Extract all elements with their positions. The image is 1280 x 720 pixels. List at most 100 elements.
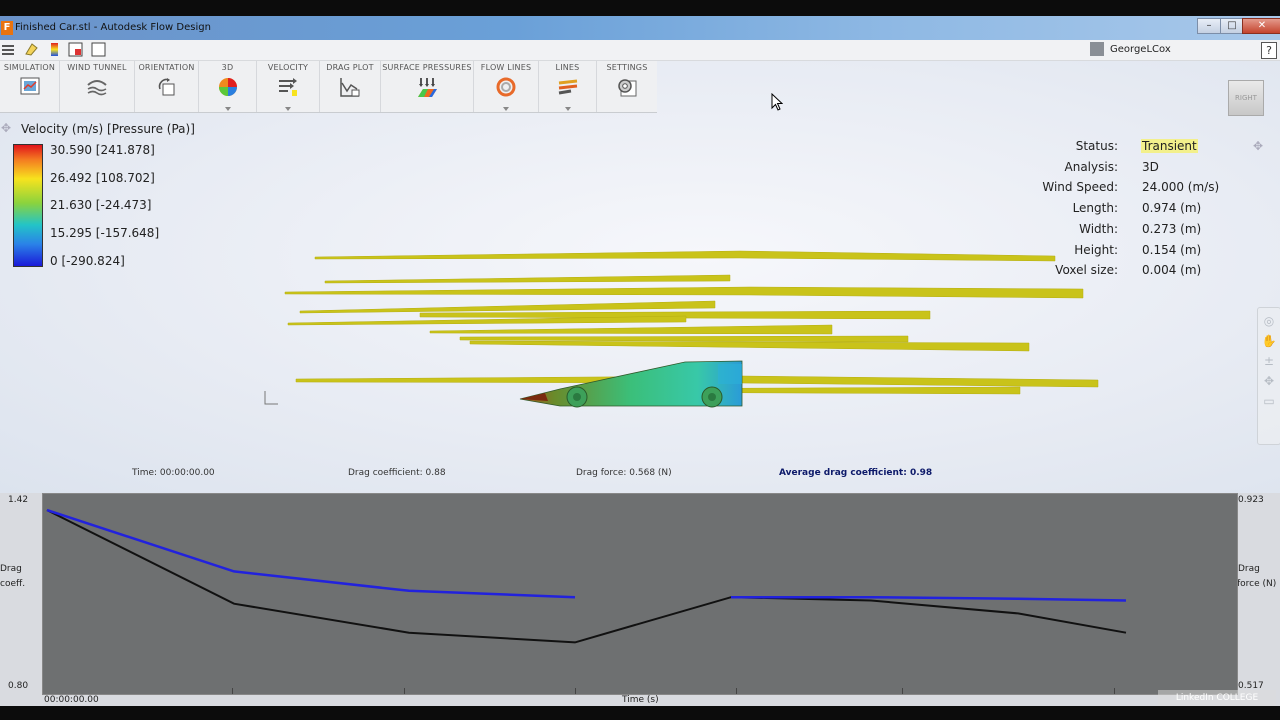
tab-simulation[interactable]: SIMULATION (0, 61, 60, 112)
ribbon-toolbar: SIMULATION WIND TUNNEL ORIENTATION 3D VE… (0, 61, 657, 113)
orbit-icon[interactable]: ✥ (1261, 374, 1277, 388)
car-model (519, 360, 743, 408)
user-account[interactable]: GeorgeLCox (1090, 42, 1171, 58)
3d-icon (218, 78, 237, 96)
flow-lines-icon (496, 77, 516, 97)
menu-icon[interactable] (1, 42, 16, 57)
y-left-axis-label-2: coeff. (0, 579, 26, 589)
settings-icon (618, 79, 637, 97)
tab-lines-label: LINES (555, 63, 580, 72)
mouse-cursor-icon (771, 93, 783, 111)
legend-value-4: 15.295 [-157.648] (50, 226, 160, 240)
zoom-icon[interactable]: ± (1261, 354, 1277, 368)
height-label: Height: (1074, 243, 1118, 257)
voxel-size-value: 0.004 (m) (1142, 263, 1202, 277)
tab-flow-lines[interactable]: FLOW LINES (474, 61, 539, 112)
average-drag-coefficient-readout: Average drag coefficient: 0.98 (779, 468, 933, 478)
flow-line (469, 340, 1030, 352)
orientation-icon (158, 78, 174, 96)
tab-orientation[interactable]: ORIENTATION (135, 61, 199, 112)
help-button[interactable]: ? (1261, 42, 1277, 59)
legend-value-max: 30.590 [241.878] (50, 143, 155, 157)
wind-tunnel-icon (87, 80, 107, 96)
tab-drag-plot[interactable]: DRAG PLOT (320, 61, 381, 112)
chevron-down-icon[interactable] (564, 107, 571, 111)
steering-wheel-icon[interactable]: ◎ (1261, 314, 1277, 328)
tab-velocity[interactable]: VELOCITY (257, 61, 320, 112)
y-right-max-label: 0.923 (1238, 495, 1264, 505)
tab-surface-pressures-label: SURFACE PRESSURES (382, 63, 472, 72)
flow-line (314, 250, 1056, 262)
window-title: Finished Car.stl - Autodesk Flow Design (15, 22, 211, 33)
length-label: Length: (1072, 201, 1118, 215)
legend-value-3: 21.630 [-24.473] (50, 198, 152, 212)
legend-value-min: 0 [-290.824] (50, 254, 125, 268)
chevron-down-icon[interactable] (285, 107, 291, 111)
drag-plot-area[interactable] (42, 493, 1238, 695)
view-cube[interactable]: RIGHT (1228, 80, 1264, 116)
view-cube-face-label: RIGHT (1235, 94, 1257, 102)
window-toggle-icon[interactable] (91, 42, 106, 57)
time-readout: Time: 00:00:00.00 (132, 468, 215, 478)
chevron-down-icon[interactable] (224, 107, 231, 111)
quick-access-toolbar (0, 40, 1280, 61)
velocity-color-bar (13, 144, 43, 267)
tab-drag-plot-label: DRAG PLOT (326, 63, 374, 72)
results-icon[interactable] (47, 42, 62, 57)
tab-wind-tunnel[interactable]: WIND TUNNEL (60, 61, 135, 112)
screenshot-icon[interactable] (68, 42, 83, 57)
length-value: 0.974 (m) (1142, 201, 1202, 215)
screen-bottom-border (0, 706, 1280, 720)
tab-wind-tunnel-label: WIND TUNNEL (67, 63, 127, 72)
flow-line (429, 324, 833, 335)
tab-3d[interactable]: 3D (199, 61, 257, 112)
y-left-max-label: 1.42 (8, 495, 29, 505)
flow-design-logo-icon: F (1, 21, 13, 35)
pan-icon[interactable]: ✋ (1261, 334, 1277, 348)
x-axis-label: Time (s) (622, 695, 659, 705)
open-model-icon[interactable] (24, 42, 39, 57)
voxel-size-label: Voxel size: (1055, 263, 1118, 277)
legend-title: Velocity (m/s) [Pressure (Pa)] (21, 122, 195, 136)
drag-plot-panel: 1.42 0.80 Drag coeff. 0.923 0.517 Drag f… (0, 493, 1280, 706)
y-left-min-label: 0.80 (8, 681, 29, 691)
wind-speed-label: Wind Speed: (1042, 180, 1118, 194)
tab-orientation-label: ORIENTATION (138, 63, 195, 72)
tab-velocity-label: VELOCITY (267, 63, 309, 72)
drag-coefficient-readout: Drag coefficient: 0.88 (348, 468, 446, 478)
tab-3d-label: 3D (221, 63, 234, 72)
status-value: Transient (1141, 139, 1198, 153)
user-name: GeorgeLCox (1110, 44, 1171, 55)
tab-surface-pressures[interactable]: SURFACE PRESSURES (381, 61, 474, 112)
y-right-axis-label-2: force (N) (1237, 579, 1277, 589)
simulation-icon (20, 77, 39, 95)
flow-line (324, 274, 731, 284)
height-value: 0.154 (m) (1142, 243, 1202, 257)
navigation-bar: ◎ ✋ ± ✥ ▭ (1257, 307, 1280, 445)
y-left-axis-label: Drag (0, 564, 22, 574)
legend-value-2: 26.492 [108.702] (50, 171, 155, 185)
minimize-button[interactable]: – (1197, 18, 1221, 34)
title-bar: F Finished Car.stl - Autodesk Flow Desig… (0, 16, 1280, 40)
status-panel: Status: Transient Analysis: 3D Wind Spee… (1000, 139, 1260, 289)
tab-settings[interactable]: SETTINGS (597, 61, 657, 112)
chevron-down-icon[interactable] (503, 107, 509, 111)
drag-force-readout: Drag force: 0.568 (N) (576, 468, 672, 478)
width-label: Width: (1079, 222, 1118, 236)
flow-line (299, 300, 716, 314)
origin-marker (264, 391, 278, 405)
average-drag-coefficient-line (46, 508, 576, 599)
tab-settings-label: SETTINGS (606, 63, 648, 72)
y-right-axis-label: Drag (1238, 564, 1260, 574)
analysis-label: Analysis: (1064, 160, 1118, 174)
tab-lines[interactable]: LINES (539, 61, 597, 112)
legend-move-icon[interactable]: ✥ (1, 121, 11, 135)
drag-plot-icon (340, 78, 360, 97)
close-button[interactable]: ✕ (1242, 18, 1280, 34)
maximize-button[interactable]: □ (1220, 18, 1244, 34)
x-start-label: 00:00:00.00 (44, 695, 99, 705)
3d-viewport[interactable]: ✥ Velocity (m/s) [Pressure (Pa)] 30.590 … (0, 61, 1280, 493)
surface-pressures-icon (418, 78, 437, 97)
look-at-icon[interactable]: ▭ (1261, 394, 1277, 408)
drag-coefficient-line (46, 509, 1127, 644)
